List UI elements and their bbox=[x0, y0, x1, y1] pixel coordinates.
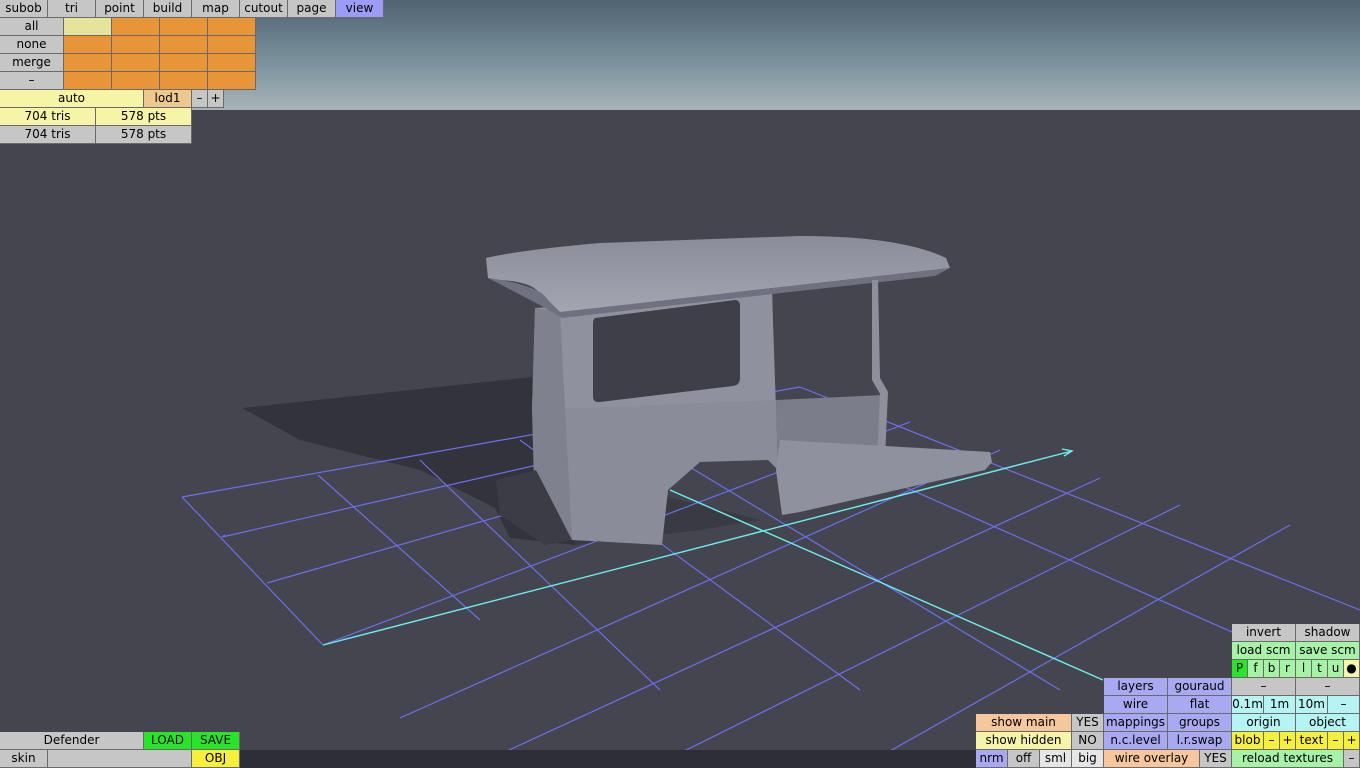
object-button[interactable]: object bbox=[1296, 714, 1360, 732]
normals-small-button[interactable]: sml bbox=[1040, 750, 1072, 768]
lr-swap-button[interactable]: l.r.swap bbox=[1168, 732, 1232, 750]
origin-button[interactable]: origin bbox=[1232, 714, 1296, 732]
group-slot[interactable] bbox=[160, 36, 208, 54]
menu-page[interactable]: page bbox=[288, 0, 336, 18]
group-slot[interactable] bbox=[160, 18, 208, 36]
show-hidden-button[interactable]: show hidden bbox=[976, 732, 1072, 750]
view-right-button[interactable]: r bbox=[1280, 660, 1296, 678]
text-plus-button[interactable]: + bbox=[1344, 732, 1360, 750]
menu-view[interactable]: view bbox=[336, 0, 384, 18]
auto-lod-button[interactable]: auto bbox=[0, 90, 144, 108]
view-dot-icon[interactable]: ● bbox=[1344, 660, 1360, 678]
wire-overlay-value[interactable]: YES bbox=[1200, 750, 1232, 768]
group-slot[interactable] bbox=[64, 36, 112, 54]
reload-textures-button[interactable]: reload textures bbox=[1232, 750, 1344, 768]
3d-viewport[interactable] bbox=[0, 0, 1360, 768]
group-slot[interactable] bbox=[112, 54, 160, 72]
group-slot[interactable] bbox=[208, 36, 256, 54]
gouraud-button[interactable]: gouraud bbox=[1168, 678, 1232, 696]
load-button[interactable]: LOAD bbox=[144, 732, 192, 750]
menu-cutout[interactable]: cutout bbox=[240, 0, 288, 18]
save-button[interactable]: SAVE bbox=[192, 732, 240, 750]
view-top-button[interactable]: t bbox=[1312, 660, 1328, 678]
skin-label: skin bbox=[0, 750, 48, 768]
select-none-button[interactable]: none bbox=[0, 36, 64, 54]
show-main-value[interactable]: YES bbox=[1072, 714, 1104, 732]
text-minus-button[interactable]: – bbox=[1328, 732, 1344, 750]
minus-button[interactable]: – bbox=[0, 72, 64, 90]
normals-off-button[interactable]: off bbox=[1008, 750, 1040, 768]
merge-button[interactable]: merge bbox=[0, 54, 64, 72]
nc-level-button[interactable]: n.c.level bbox=[1104, 732, 1168, 750]
lod-minus-button[interactable]: – bbox=[192, 90, 208, 108]
model-name-field[interactable]: Defender bbox=[0, 732, 144, 750]
grid-1m-button[interactable]: 1m bbox=[1264, 696, 1296, 714]
flat-button[interactable]: flat bbox=[1168, 696, 1232, 714]
show-main-button[interactable]: show main bbox=[976, 714, 1072, 732]
obj-button[interactable]: OBJ bbox=[192, 750, 240, 768]
grid-minus-button[interactable]: – bbox=[1328, 696, 1360, 714]
group-slot[interactable] bbox=[64, 18, 112, 36]
text-label: text bbox=[1296, 732, 1328, 750]
select-all-button[interactable]: all bbox=[0, 18, 64, 36]
layers-button[interactable]: layers bbox=[1104, 678, 1168, 696]
menu-point[interactable]: point bbox=[96, 0, 144, 18]
group-slot[interactable] bbox=[112, 72, 160, 90]
status-strip bbox=[240, 750, 976, 768]
point-count-total: 578 pts bbox=[96, 126, 192, 144]
view-back-button[interactable]: b bbox=[1264, 660, 1280, 678]
view-under-button[interactable]: u bbox=[1328, 660, 1344, 678]
group-slot[interactable] bbox=[208, 72, 256, 90]
skin-field[interactable] bbox=[48, 750, 192, 768]
group-slot[interactable] bbox=[64, 72, 112, 90]
wire-button[interactable]: wire bbox=[1104, 696, 1168, 714]
mappings-button[interactable]: mappings bbox=[1104, 714, 1168, 732]
tri-count-total: 704 tris bbox=[0, 126, 96, 144]
tri-count: 704 tris bbox=[0, 108, 96, 126]
show-hidden-value[interactable]: NO bbox=[1072, 732, 1104, 750]
invert-button[interactable]: invert bbox=[1232, 624, 1296, 642]
group-slot[interactable] bbox=[208, 54, 256, 72]
normals-big-button[interactable]: big bbox=[1072, 750, 1104, 768]
reload-minus-button[interactable]: – bbox=[1344, 750, 1360, 768]
blob-label: blob bbox=[1232, 732, 1264, 750]
load-scm-button[interactable]: load scm bbox=[1232, 642, 1296, 660]
normals-label: nrm bbox=[976, 750, 1008, 768]
grid-10m-button[interactable]: 10m bbox=[1296, 696, 1328, 714]
group-slot[interactable] bbox=[112, 36, 160, 54]
view-front-button[interactable]: f bbox=[1248, 660, 1264, 678]
menu-map[interactable]: map bbox=[192, 0, 240, 18]
group-slot[interactable] bbox=[160, 72, 208, 90]
dash-button[interactable]: – bbox=[1296, 678, 1360, 696]
blob-plus-button[interactable]: + bbox=[1280, 732, 1296, 750]
group-slot[interactable] bbox=[208, 18, 256, 36]
groups-button[interactable]: groups bbox=[1168, 714, 1232, 732]
menu-build[interactable]: build bbox=[144, 0, 192, 18]
view-left-button[interactable]: l bbox=[1296, 660, 1312, 678]
dash-button[interactable]: – bbox=[1232, 678, 1296, 696]
lod-selector[interactable]: lod1 bbox=[144, 90, 192, 108]
blob-minus-button[interactable]: – bbox=[1264, 732, 1280, 750]
menu-tri[interactable]: tri bbox=[48, 0, 96, 18]
view-perspective-button[interactable]: P bbox=[1232, 660, 1248, 678]
menu-subob[interactable]: subob bbox=[0, 0, 48, 18]
point-count: 578 pts bbox=[96, 108, 192, 126]
wire-overlay-button[interactable]: wire overlay bbox=[1104, 750, 1200, 768]
group-slot[interactable] bbox=[112, 18, 160, 36]
grid-0.1m-button[interactable]: 0.1m bbox=[1232, 696, 1264, 714]
group-slot[interactable] bbox=[64, 54, 112, 72]
lod-plus-button[interactable]: + bbox=[208, 90, 224, 108]
shadow-button[interactable]: shadow bbox=[1296, 624, 1360, 642]
save-scm-button[interactable]: save scm bbox=[1296, 642, 1360, 660]
group-slot[interactable] bbox=[160, 54, 208, 72]
